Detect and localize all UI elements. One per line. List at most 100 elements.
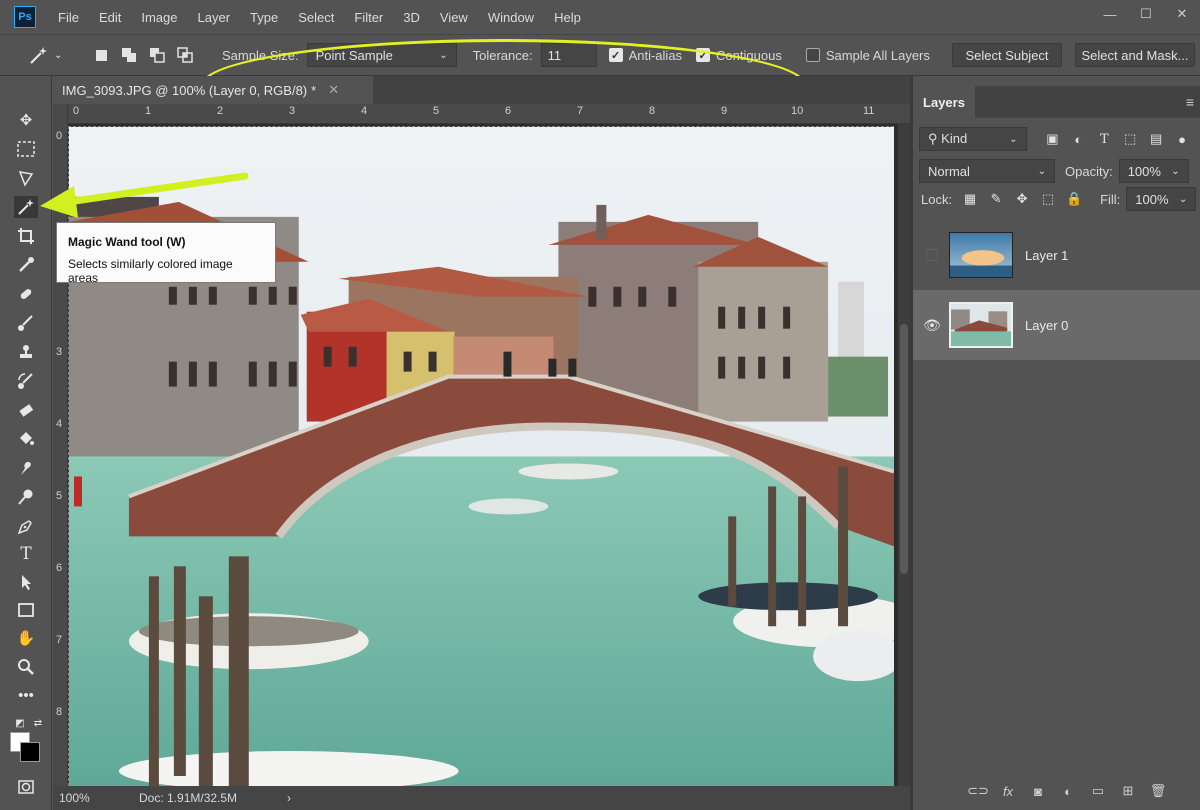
lock-pixels-icon[interactable]: ✎	[988, 191, 1004, 207]
add-mask-icon[interactable]: ◙	[1030, 783, 1046, 799]
anti-alias-checkbox[interactable]: ✓	[608, 48, 623, 62]
marquee-tool-icon[interactable]	[14, 138, 38, 160]
menu-view[interactable]: View	[440, 10, 468, 25]
shape-filter-icon[interactable]: ⬚	[1122, 131, 1138, 147]
healing-brush-tool-icon[interactable]	[14, 283, 38, 305]
document-modified-indicator: *	[311, 82, 317, 98]
tab-layers[interactable]: Layers	[913, 86, 975, 118]
crop-tool-icon[interactable]	[14, 225, 38, 247]
eraser-tool-icon[interactable]	[14, 399, 38, 421]
chevron-right-icon[interactable]: ›	[287, 791, 291, 805]
lasso-tool-icon[interactable]	[14, 167, 38, 189]
lock-all-icon[interactable]: 🔒	[1066, 191, 1082, 207]
select-subject-button[interactable]: Select Subject	[952, 43, 1062, 67]
sample-all-layers-option[interactable]: Sample All Layers	[805, 47, 930, 63]
photoshop-logo: Ps	[14, 6, 36, 28]
scrollbar-thumb[interactable]	[900, 324, 908, 574]
menu-edit[interactable]: Edit	[99, 10, 121, 25]
pen-tool-icon[interactable]	[14, 515, 38, 537]
swap-colors-icon[interactable]: ⇄	[26, 712, 50, 734]
smudge-tool-icon[interactable]	[14, 457, 38, 479]
history-brush-tool-icon[interactable]	[14, 370, 38, 392]
chevron-down-icon: ⌄	[1178, 193, 1188, 205]
menu-type[interactable]: Type	[250, 10, 278, 25]
ruler-h-label: 8	[649, 105, 656, 117]
layer-row-layer-0[interactable]: 👁 Layer 0	[913, 290, 1200, 360]
minimize-button[interactable]: —	[1092, 0, 1128, 28]
layer-style-icon[interactable]: fx	[1000, 783, 1016, 799]
menu-image[interactable]: Image	[141, 10, 177, 25]
layer-row-layer-1[interactable]: Layer 1	[913, 220, 1200, 290]
link-layers-icon[interactable]: ⊂⊃	[967, 783, 989, 799]
menu-help[interactable]: Help	[554, 10, 581, 25]
background-color-swatch[interactable]	[20, 742, 40, 762]
panel-menu-icon[interactable]: ≡	[1186, 94, 1194, 110]
menu-window[interactable]: Window	[488, 10, 534, 25]
contiguous-label: Contiguous	[716, 47, 782, 63]
pixel-filter-icon[interactable]: ▣	[1044, 131, 1060, 147]
lock-artboard-icon[interactable]: ⬚	[1040, 191, 1056, 207]
menu-select[interactable]: Select	[298, 10, 334, 25]
intersect-selection-button[interactable]	[176, 46, 194, 64]
ruler-h-label: 9	[721, 105, 728, 117]
blend-mode-dropdown[interactable]: Normal ⌄	[919, 159, 1055, 183]
eye-icon[interactable]: 👁	[923, 317, 941, 334]
add-to-selection-button[interactable]	[120, 46, 138, 64]
tolerance-input[interactable]: 11	[540, 43, 597, 67]
opacity-input[interactable]: 100% ⌄	[1118, 159, 1189, 183]
horizontal-ruler[interactable]: 0 1 2 3 4 5 6 7 8 9 10 11	[68, 104, 910, 124]
more-tools-icon[interactable]: •••	[14, 684, 38, 706]
close-document-icon[interactable]: ✕	[328, 82, 339, 98]
hand-tool-icon[interactable]: ✋	[14, 627, 38, 649]
layer-name[interactable]: Layer 0	[1025, 318, 1068, 333]
vertical-scrollbar[interactable]	[898, 124, 910, 786]
rectangle-tool-icon[interactable]	[14, 599, 38, 621]
zoom-level[interactable]: 100%	[53, 791, 99, 805]
subtract-from-selection-button[interactable]	[148, 46, 166, 64]
contiguous-option[interactable]: ✓ Contiguous	[696, 48, 782, 63]
brush-tool-icon[interactable]	[14, 312, 38, 334]
menu-3d[interactable]: 3D	[403, 10, 420, 25]
tool-preset-picker[interactable]: ⌄	[28, 41, 68, 69]
type-tool-icon[interactable]: T	[14, 543, 38, 565]
menu-layer[interactable]: Layer	[198, 10, 231, 25]
smart-object-filter-icon[interactable]: ▤	[1148, 131, 1164, 147]
anti-alias-option[interactable]: ✓ Anti-alias	[608, 48, 682, 63]
move-tool-icon[interactable]: ✥	[14, 109, 38, 131]
visibility-toggle-off[interactable]	[926, 249, 938, 261]
paint-bucket-tool-icon[interactable]	[14, 428, 38, 450]
fill-input[interactable]: 100% ⌄	[1126, 187, 1197, 211]
contiguous-checkbox[interactable]: ✓	[696, 48, 711, 62]
sample-all-layers-checkbox[interactable]	[805, 48, 820, 62]
zoom-tool-icon[interactable]	[14, 656, 38, 678]
document-tab[interactable]: IMG_3093.JPG @ 100% (Layer 0, RGB/8) * ✕	[53, 76, 373, 104]
new-group-icon[interactable]: ▭	[1090, 783, 1106, 799]
type-filter-icon[interactable]: T	[1096, 131, 1112, 147]
new-layer-icon[interactable]: ⊞	[1120, 783, 1136, 799]
quick-mask-icon[interactable]	[14, 776, 38, 798]
dodge-tool-icon[interactable]	[14, 486, 38, 508]
maximize-button[interactable]: ☐	[1128, 0, 1164, 28]
select-and-mask-button[interactable]: Select and Mask...	[1075, 43, 1195, 67]
menu-file[interactable]: File	[58, 10, 79, 25]
lock-position-icon[interactable]: ✥	[1014, 191, 1030, 207]
new-selection-button[interactable]	[92, 46, 110, 64]
sample-size-dropdown[interactable]: Point Sample ⌄	[306, 43, 457, 67]
path-selection-tool-icon[interactable]	[14, 571, 38, 593]
document-size-info[interactable]: Doc: 1.91M/32.5M	[139, 791, 237, 805]
eyedropper-tool-icon[interactable]	[14, 254, 38, 276]
layer-name[interactable]: Layer 1	[1025, 248, 1068, 263]
clone-stamp-tool-icon[interactable]	[14, 341, 38, 363]
vertical-ruler[interactable]: 0 1 2 3 4 5 6 7 8	[53, 104, 68, 786]
sample-size-value: Point Sample	[315, 47, 393, 63]
sample-all-layers-label: Sample All Layers	[825, 47, 930, 63]
adjustment-filter-icon[interactable]: ◐	[1070, 131, 1086, 147]
lock-transparent-icon[interactable]: ▦	[962, 191, 978, 207]
delete-layer-icon[interactable]: 🗑	[1150, 783, 1167, 799]
menu-filter[interactable]: Filter	[354, 10, 383, 25]
new-adjustment-layer-icon[interactable]: ◐	[1060, 783, 1076, 799]
close-button[interactable]: ✕	[1164, 0, 1200, 28]
filter-kind-dropdown[interactable]: ⚲ Kind ⌄	[919, 127, 1027, 151]
filter-toggle-icon[interactable]: ●	[1174, 131, 1190, 147]
magic-wand-tool-icon[interactable]	[14, 196, 38, 218]
